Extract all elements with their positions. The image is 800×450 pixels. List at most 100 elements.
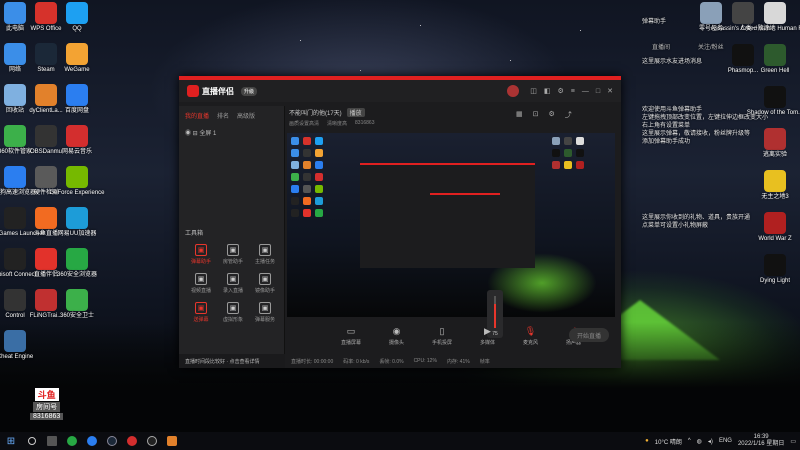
avatar-icon: ▣	[227, 302, 239, 314]
desktop-icon-360-browser[interactable]: 360安全浏览器	[54, 248, 100, 279]
desktop-icon-label: 人类一败涂地 Human Fa...	[739, 26, 800, 32]
desktop-icon-green-hell[interactable]: Green Hell	[752, 44, 798, 75]
stream-title[interactable]: 不能叫门的他(17天)	[289, 108, 342, 117]
desktop-icon-label: WeGame	[64, 67, 90, 73]
tool-mirror[interactable]: ▣ 镜像助手	[249, 273, 281, 294]
left-tabs: 我的直播 排名 高级版	[179, 106, 284, 125]
scene-row[interactable]: ◉ ⊟ 全屏 1	[179, 125, 284, 140]
search-icon[interactable]	[22, 432, 42, 450]
360-browser-taskbar-icon[interactable]	[62, 432, 82, 450]
menu-icon[interactable]: ≡	[571, 88, 575, 95]
edge-taskbar-icon[interactable]	[82, 432, 102, 450]
close-icon[interactable]: ✕	[607, 87, 613, 95]
desktop-icon-label: 网易云音乐	[61, 149, 92, 155]
source-bar: ▭直播屏幕◉摄像头▯手机投屏▶多媒体🎙麦克风◂)扬声器	[287, 320, 615, 352]
desktop-icon-borderlands[interactable]: 无主之地3	[752, 170, 798, 201]
tool-label: 镜像助手	[254, 288, 275, 294]
upgrade-button[interactable]: 升级	[241, 86, 258, 96]
tool-admin[interactable]: ▣ 房管助手	[217, 244, 249, 265]
weather-text[interactable]: 10°C 晴朗	[655, 437, 682, 446]
message-icon[interactable]: ◧	[544, 87, 551, 95]
gear-icon[interactable]: ⚙	[549, 110, 555, 120]
desktop-icon-human[interactable]: 人类一败涂地 Human Fa...	[740, 2, 800, 33]
tool-avatar[interactable]: ▣ 虚拟形象	[217, 302, 249, 323]
epic-taskbar-icon[interactable]	[142, 432, 162, 450]
desktop-icon-baidu-disk[interactable]: 百度网盘	[54, 84, 100, 115]
tool-task[interactable]: ▣ 主播任务	[249, 244, 281, 265]
source-media[interactable]: ▶ 多媒体	[480, 326, 495, 346]
live-companion-taskbar-icon[interactable]	[162, 432, 182, 450]
netease-taskbar-icon[interactable]	[122, 432, 142, 450]
source-mic[interactable]: 🎙 麦克风	[523, 326, 538, 346]
task-view-icon[interactable]	[42, 432, 62, 450]
layout-icon[interactable]: ▦	[516, 110, 523, 120]
live-companion-window[interactable]: 直播伴侣 升级 ◫ ◧ ⚙ ≡ — □ ✕ 我的直播 排名 高级版 ◉ ⊟ 全屏 1…	[179, 76, 621, 368]
go-live-button[interactable]: 开始直播	[569, 328, 609, 342]
left-panel: 我的直播 排名 高级版 ◉ ⊟ 全屏 1 工具箱 ▣ 弹幕助手 ▣ 房管助手 ▣ 主播任务 ▣ 视…	[179, 106, 285, 368]
notification-icon[interactable]: ▭	[790, 438, 796, 445]
source-phone[interactable]: ▯ 手机投屏	[432, 326, 452, 346]
desktop-icon-wegame[interactable]: WeGame	[54, 43, 100, 74]
human-icon	[764, 2, 786, 24]
desktop-icon-label: QQ	[72, 26, 82, 32]
volume-tray-icon[interactable]: ◂)	[708, 438, 713, 445]
tab-0[interactable]: 我的直播	[185, 111, 209, 120]
desktop-icon-cheat-engine[interactable]: Cheat Engine	[0, 330, 38, 361]
tray-up-icon[interactable]: ^	[688, 438, 691, 444]
status-item: 丢帧: 0.0%	[379, 358, 404, 365]
desktop-icon-geforce[interactable]: GeForce Experience	[49, 166, 105, 197]
desktop-icon-label: 网络	[8, 67, 21, 73]
tab-2[interactable]: 高级版	[237, 111, 255, 120]
tool-record[interactable]: ▣ 录入直播	[217, 273, 249, 294]
network-tray-icon[interactable]: ◍	[697, 438, 702, 445]
tool-danmu[interactable]: ▣ 弹幕助手	[185, 244, 217, 265]
source-camera[interactable]: ◉ 摄像头	[389, 326, 404, 346]
danmu-messages: 欢迎使用斗鱼弹幕助手 左键拖拽顶部改变位置，左键拉伸边框改变大小 右上角有设置菜单这…	[642, 106, 768, 146]
tool-service[interactable]: ▣ 弹幕服务	[249, 302, 281, 323]
desktop-icon-dying-light[interactable]: Dying Light	[752, 254, 798, 285]
tool-label: 主播任务	[254, 259, 275, 265]
settings-icon[interactable]: ⚙	[558, 87, 564, 95]
danmu-line: 左键拖拽顶部改变位置，左键拉伸边框改变大小	[642, 115, 769, 121]
tab-1[interactable]: 排名	[217, 111, 229, 120]
live-preview[interactable]	[287, 133, 615, 317]
360-safe-icon	[66, 289, 88, 311]
source-screen[interactable]: ▭ 直播屏幕	[341, 326, 361, 346]
danmu-line: 右上角有设置菜单	[642, 123, 691, 129]
lock-icon[interactable]: ⊡	[533, 110, 539, 120]
tool-video[interactable]: ▣ 视频直播	[185, 273, 217, 294]
desktop-icon-netease-music[interactable]: 网易云音乐	[54, 125, 100, 156]
app-titlebar[interactable]: 直播伴侣 升级 ◫ ◧ ⚙ ≡ — □ ✕	[179, 80, 621, 102]
desktop-icon-label: GeForce Experience	[49, 190, 105, 196]
taskbar: ⊞ ● 10°C 晴朗 ^ ◍ ◂) ENG 16:39 2022/1/16 星…	[0, 432, 800, 450]
desktop-icon-360-safe[interactable]: 360安全卫士	[54, 289, 100, 320]
stream-title-tag[interactable]: 播放	[346, 108, 365, 117]
toolbox-header: 工具箱	[185, 231, 204, 237]
danmu-line: 欢迎使用斗鱼弹幕助手	[642, 107, 703, 113]
steam-taskbar-icon[interactable]	[102, 432, 122, 450]
danmu-icon: ▣	[195, 244, 207, 256]
tomb-raider-icon	[764, 86, 786, 108]
gift-line: 这里展示你收到的礼物、道具，贵族开通	[642, 215, 751, 221]
language-indicator[interactable]: ENG	[719, 438, 732, 444]
system-tray: ● 10°C 晴朗 ^ ◍ ◂) ENG 16:39 2022/1/16 星期日…	[645, 434, 800, 448]
notice-bar[interactable]: 直播时间段比较好 · 点击查看详情	[179, 354, 285, 368]
desktop-icon-uu[interactable]: 网易UU加速器	[54, 207, 100, 238]
maximize-icon[interactable]: □	[596, 88, 600, 95]
tool-send[interactable]: ▣ 送弹幕	[185, 302, 217, 323]
share-icon[interactable]: ⤴	[565, 110, 572, 120]
minimize-icon[interactable]: —	[582, 88, 589, 95]
source-label: 手机投屏	[431, 340, 452, 346]
gift-line: 点菜单可设置小礼物屏蔽	[642, 223, 709, 229]
desktop-icon-wwz[interactable]: World War Z	[752, 212, 798, 243]
source-label: 麦克风	[522, 340, 538, 346]
desktop-icon-label: 无主之地3	[761, 194, 789, 200]
clock[interactable]: 16:39 2022/1/16 星期日	[738, 434, 784, 448]
gift-icon[interactable]: ◫	[530, 87, 537, 95]
dying-light-icon	[764, 254, 786, 276]
status-item: 帧率	[479, 358, 490, 365]
avatar[interactable]	[507, 85, 520, 97]
desktop-icon-qq[interactable]: QQ	[54, 2, 100, 33]
star	[420, 25, 421, 26]
windows-start-icon[interactable]: ⊞	[0, 436, 22, 447]
